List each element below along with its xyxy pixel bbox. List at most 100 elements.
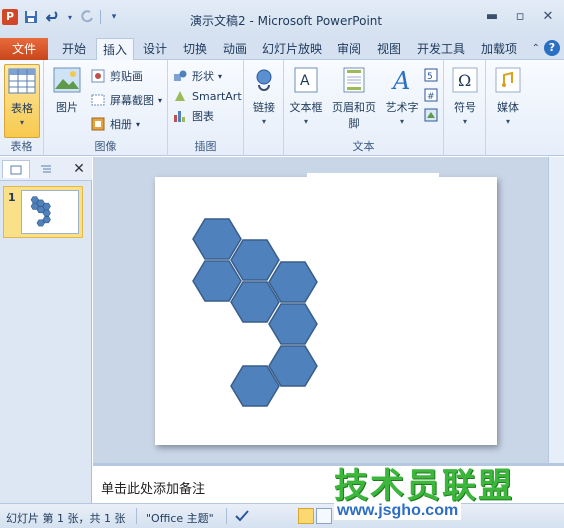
tab-developer[interactable]: 开发工具: [410, 38, 472, 60]
hexagon-shape[interactable]: [192, 218, 242, 260]
picture-button[interactable]: 图片: [50, 64, 84, 115]
media-icon: [492, 64, 524, 96]
screenshot-icon: [90, 92, 106, 108]
watermark: 技术员联盟 www.jsgho.com: [334, 458, 564, 528]
slide-number-icon[interactable]: #: [422, 86, 440, 104]
chevron-down-icon: ▾: [218, 71, 223, 81]
clipart-button[interactable]: 剪贴画: [90, 66, 143, 86]
group-tables: 表格 ▾ 表格: [0, 60, 44, 156]
slide-thumbnail-number: 1: [8, 191, 16, 204]
group-illustrations: 形状 ▾ SmartArt 图表 插图: [168, 60, 244, 156]
redo-icon[interactable]: [78, 8, 96, 26]
tab-transitions[interactable]: 切换: [176, 38, 214, 60]
close-icon[interactable]: ✕: [534, 6, 562, 26]
slide-thumbnail-item[interactable]: 1: [3, 186, 83, 238]
customize-icon[interactable]: ▾: [105, 8, 123, 26]
quick-access-toolbar: ▾ ▾: [22, 8, 123, 26]
status-divider: [226, 508, 227, 524]
close-panel-icon[interactable]: ✕: [70, 160, 88, 178]
tab-view[interactable]: 视图: [370, 38, 408, 60]
object-icon[interactable]: [422, 106, 440, 124]
title-bar: P ▾ ▾ 演示文稿2 - Microsoft PowerPoint ▬ ▫ ✕: [0, 0, 564, 36]
table-button[interactable]: 表格 ▾: [4, 64, 40, 138]
screenshot-button[interactable]: 屏幕截图 ▾: [90, 90, 162, 110]
link-button[interactable]: 链接 ▾: [246, 64, 282, 126]
undo-dropdown-icon[interactable]: ▾: [66, 8, 74, 26]
proofing-icon[interactable]: [234, 508, 250, 527]
slide-thumbnail[interactable]: [21, 190, 79, 234]
theme-status[interactable]: "Office 主题": [146, 510, 214, 526]
sorter-view-icon[interactable]: [316, 508, 332, 524]
picture-button-label: 图片: [56, 101, 78, 114]
album-button-label: 相册: [110, 118, 132, 131]
normal-view-icon[interactable]: [298, 508, 314, 524]
watermark-title: 技术员联盟: [334, 466, 514, 506]
tab-review[interactable]: 审阅: [330, 38, 368, 60]
tab-design[interactable]: 设计: [136, 38, 174, 60]
wordart-button-label: 艺术字: [385, 101, 419, 114]
save-icon[interactable]: [22, 8, 40, 26]
hexagon-shape[interactable]: [268, 303, 318, 345]
bar-chart-icon: [172, 108, 188, 124]
group-label-illustrations: 插图: [194, 140, 217, 153]
help-icon[interactable]: ?: [544, 40, 560, 56]
header-footer-button[interactable]: 页眉和页脚: [328, 64, 380, 131]
link-button-label: 链接: [253, 101, 275, 114]
media-button[interactable]: 媒体 ▾: [490, 64, 526, 126]
notes-placeholder[interactable]: 单击此处添加备注: [101, 478, 205, 497]
link-icon: [248, 64, 280, 96]
minimize-ribbon-icon[interactable]: ⌃: [532, 43, 540, 54]
undo-icon[interactable]: [44, 8, 62, 26]
tab-home[interactable]: 开始: [54, 38, 94, 60]
chevron-down-icon: ▾: [505, 117, 510, 126]
ribbon-tabs: 文件 开始 插入 设计 切换 动画 幻灯片放映 审阅 视图 开发工具 加载项 ⌃…: [0, 36, 564, 61]
watermark-url: www.jsgho.com: [334, 502, 462, 520]
vertical-scrollbar[interactable]: [548, 157, 564, 463]
group-label-images: 图像: [94, 140, 117, 153]
tab-file[interactable]: 文件: [0, 38, 48, 60]
tab-slideshow[interactable]: 幻灯片放映: [256, 38, 328, 60]
svg-text:A: A: [391, 67, 410, 93]
header-footer-button-label: 页眉和页脚: [332, 101, 376, 130]
shapes-button[interactable]: 形状 ▾: [172, 66, 222, 86]
smartart-button-label: SmartArt: [192, 89, 242, 103]
minimize-icon[interactable]: ▬: [478, 6, 506, 26]
tab-addins[interactable]: 加载项: [474, 38, 524, 60]
tab-insert[interactable]: 插入: [96, 38, 134, 61]
powerpoint-app-icon[interactable]: P: [2, 9, 18, 25]
symbol-button-label: 符号: [454, 101, 476, 114]
window-controls: ▬ ▫ ✕: [478, 6, 562, 26]
slide-canvas[interactable]: [155, 173, 497, 445]
slide-top-tab: [307, 173, 439, 179]
tab-animations[interactable]: 动画: [216, 38, 254, 60]
help-area: ⌃ ?: [532, 40, 560, 56]
group-links: 链接 ▾: [244, 60, 284, 156]
table-button-label: 表格: [11, 102, 33, 115]
hexagon-shape[interactable]: [230, 239, 280, 281]
slides-tab-icon[interactable]: [2, 160, 30, 178]
slide-editing-area: [93, 157, 564, 463]
outline-tab-icon[interactable]: [32, 160, 60, 178]
restore-icon[interactable]: ▫: [506, 6, 534, 26]
slides-panel-tabs: ✕: [0, 157, 92, 181]
svg-text:#: #: [427, 92, 435, 102]
chart-button[interactable]: 图表: [172, 106, 214, 126]
svg-text:A: A: [300, 73, 310, 89]
qat-divider: [100, 10, 101, 24]
wordart-button[interactable]: A 艺术字 ▾: [382, 64, 422, 126]
smartart-button[interactable]: SmartArt: [172, 86, 242, 106]
svg-text:Ω: Ω: [458, 71, 471, 90]
status-divider: [136, 508, 137, 524]
chevron-down-icon: ▾: [462, 117, 467, 126]
album-button[interactable]: 相册 ▾: [90, 114, 140, 134]
slides-panel: ✕ 1: [0, 157, 92, 503]
slide-thumbnail-preview: [30, 196, 51, 227]
ribbon: 表格 ▾ 表格 图片 剪贴画 屏幕截图 ▾ 相册 ▾ 图像 形状 ▾ Smart…: [0, 60, 564, 156]
textbox-button[interactable]: A 文本框 ▾: [286, 64, 326, 126]
clipart-button-label: 剪贴画: [110, 70, 143, 83]
hexagon-shape[interactable]: [192, 260, 242, 302]
symbol-button[interactable]: Ω 符号 ▾: [447, 64, 483, 126]
group-symbols: Ω 符号 ▾: [444, 60, 486, 156]
date-time-icon[interactable]: 5: [422, 66, 440, 84]
slide-shapes: [192, 218, 318, 407]
